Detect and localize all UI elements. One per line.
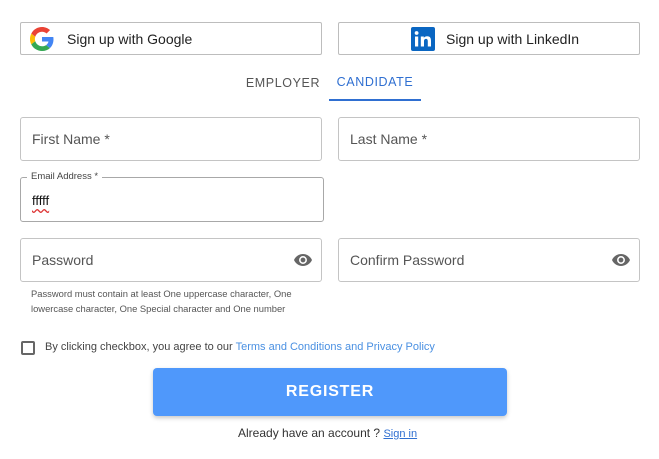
terms-link[interactable]: Terms and Conditions and Privacy Policy <box>236 341 435 353</box>
google-signup-label: Sign up with Google <box>67 30 193 47</box>
signin-prompt: Already have an account ? Sign in <box>238 426 417 440</box>
signin-link[interactable]: Sign in <box>383 428 417 440</box>
password-field[interactable]: Password <box>20 238 322 282</box>
email-value[interactable]: fffff <box>32 193 49 208</box>
linkedin-signup-label: Sign up with LinkedIn <box>446 30 580 47</box>
password-placeholder: Password <box>32 252 94 268</box>
eye-icon[interactable] <box>612 253 630 267</box>
google-signup-button[interactable]: Sign up with Google <box>20 22 322 55</box>
last-name-field[interactable]: Last Name * <box>338 117 640 161</box>
linkedin-icon <box>411 26 435 51</box>
last-name-placeholder: Last Name * <box>350 131 428 147</box>
first-name-field[interactable]: First Name * <box>20 117 322 161</box>
agree-text: By clicking checkbox, you agree to our T… <box>45 341 435 353</box>
linkedin-signup-button[interactable]: Sign up with LinkedIn <box>338 22 640 55</box>
agree-prefix: By clicking checkbox, you agree to our <box>45 341 236 353</box>
password-hint: Password must contain at least One upper… <box>31 288 292 314</box>
confirm-password-placeholder: Confirm Password <box>350 252 465 268</box>
already-text: Already have an account ? <box>238 426 381 440</box>
tab-employer[interactable]: EMPLOYER <box>238 65 328 101</box>
eye-icon[interactable] <box>294 253 312 267</box>
confirm-password-field[interactable]: Confirm Password <box>338 238 640 282</box>
google-icon <box>29 26 55 52</box>
email-field[interactable] <box>20 177 324 222</box>
email-label: Email Address * <box>27 171 103 182</box>
agree-checkbox[interactable] <box>21 341 35 355</box>
tab-candidate[interactable]: CANDIDATE <box>329 65 421 101</box>
first-name-placeholder: First Name * <box>32 131 110 147</box>
register-button[interactable]: REGISTER <box>153 368 507 416</box>
